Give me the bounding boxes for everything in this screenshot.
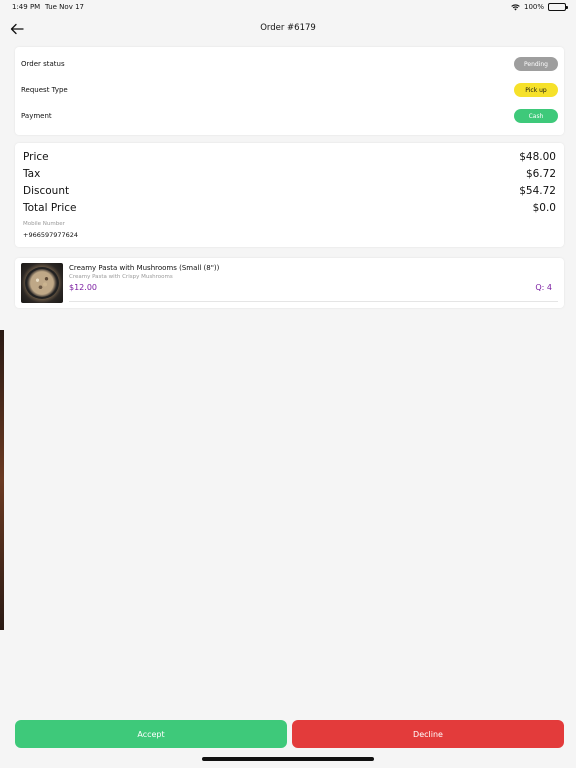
decline-button[interactable]: Decline — [292, 720, 564, 748]
wifi-icon — [511, 3, 520, 10]
status-time: 1:49 PM — [12, 3, 41, 11]
total-price-value: $0.0 — [532, 202, 556, 214]
request-type-badge: Pick up — [514, 83, 558, 97]
order-status-row: Order status Pending — [21, 56, 558, 72]
item-image — [21, 263, 63, 303]
order-item-card[interactable]: Creamy Pasta with Mushrooms (Small (8"))… — [15, 258, 564, 308]
status-right: 100% — [511, 3, 568, 11]
tax-label: Tax — [23, 168, 41, 180]
accept-button[interactable]: Accept — [15, 720, 287, 748]
payment-row: Payment Cash — [21, 108, 558, 124]
order-info-card: Order status Pending Request Type Pick u… — [15, 47, 564, 135]
mobile-number-label: Mobile Number — [23, 221, 65, 227]
page-title: Order #6179 — [260, 23, 316, 33]
item-quantity: Q: 4 — [535, 283, 552, 292]
payment-label: Payment — [21, 112, 52, 120]
status-date: Tue Nov 17 — [45, 3, 84, 11]
navigation-bar: Order #6179 — [0, 14, 576, 44]
payment-badge: Cash — [514, 109, 558, 123]
order-status-label: Order status — [21, 60, 65, 68]
discount-label: Discount — [23, 185, 70, 197]
status-bar: 1:49 PM Tue Nov 17 100% — [0, 0, 576, 14]
request-type-row: Request Type Pick up — [21, 82, 558, 98]
total-price-row: Total Price $0.0 — [23, 200, 556, 216]
battery-percent: 100% — [523, 3, 544, 11]
discount-value: $54.72 — [519, 185, 556, 197]
request-type-label: Request Type — [21, 86, 68, 94]
price-row: Price $48.00 — [23, 149, 556, 165]
price-label: Price — [23, 151, 49, 163]
app-screen: 1:49 PM Tue Nov 17 100% Order #6179 Orde… — [0, 0, 576, 768]
total-price-label: Total Price — [23, 202, 77, 214]
tax-value: $6.72 — [525, 168, 556, 180]
item-description: Creamy Pasta with Crispy Mushrooms — [69, 274, 173, 280]
item-title: Creamy Pasta with Mushrooms (Small (8")) — [69, 264, 220, 272]
mobile-number-value: +966597977624 — [23, 231, 79, 239]
background-edge — [0, 330, 4, 630]
item-price: $12.00 — [69, 283, 97, 292]
price-value: $48.00 — [519, 151, 556, 163]
pricing-card: Price $48.00 Tax $6.72 Discount $54.72 T… — [15, 143, 564, 247]
item-divider — [69, 301, 558, 302]
tax-row: Tax $6.72 — [23, 166, 556, 182]
home-indicator[interactable] — [202, 757, 374, 761]
battery-icon — [548, 3, 568, 11]
order-status-badge: Pending — [514, 57, 558, 71]
discount-row: Discount $54.72 — [23, 183, 556, 199]
